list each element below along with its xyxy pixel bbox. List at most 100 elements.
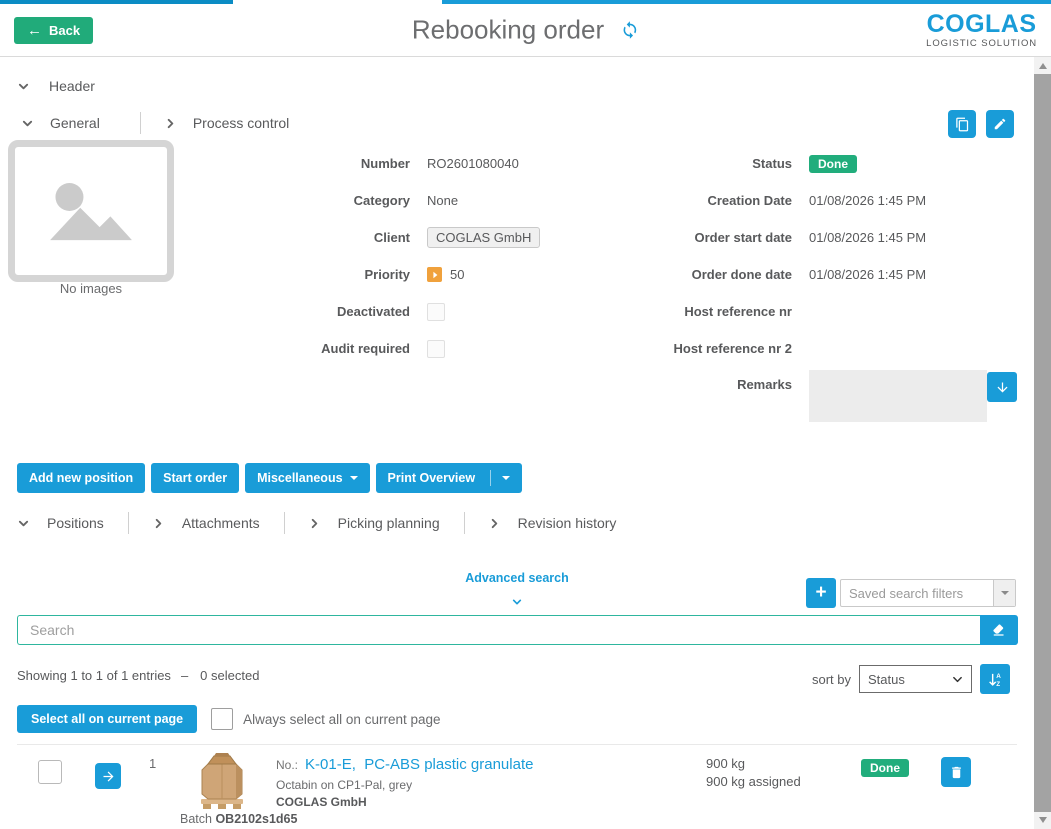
divider [128,512,129,534]
row-delete-button[interactable] [941,757,971,787]
row-status-badge: Done [861,759,909,777]
tab-label: Picking planning [338,515,440,531]
title-area: Rebooking order [412,15,639,46]
advanced-search-link[interactable]: Advanced search [465,571,569,585]
arrow-down-icon [995,380,1010,395]
field-label: Order done date [612,267,792,282]
header-subtabs: General Process control [22,112,289,134]
saved-filters-select[interactable]: Saved search filters [840,579,1016,607]
field-value: 01/08/2026 1:45 PM [809,193,926,208]
batch-value: OB2102s1d65 [215,812,297,826]
deactivated-checkbox[interactable] [427,303,445,321]
logo-subtext: LOGISTIC SOLUTION [926,39,1037,49]
field-label: Deactivated [190,304,410,319]
always-select-all-checkbox[interactable] [211,708,233,730]
tab-revision-history[interactable]: Revision history [489,515,617,531]
header-action-buttons [948,110,1014,138]
saved-filters-placeholder: Saved search filters [841,580,993,606]
back-button[interactable]: ← Back [14,17,93,44]
remarks-textarea[interactable] [809,370,987,422]
item-client: COGLAS GmbH [276,795,533,809]
chevron-right-icon [489,518,500,529]
row-checkbox[interactable] [38,760,62,784]
form-right-column: Status Done Creation Date 01/08/2026 1:4… [612,145,1024,429]
scrollbar-thumb[interactable] [1034,74,1051,812]
page-body: Header General Process control [0,57,1051,829]
clear-search-button[interactable] [980,615,1018,645]
field-label: Audit required [190,341,410,356]
tab-picking-planning[interactable]: Picking planning [309,515,440,531]
back-arrow-icon: ← [27,23,42,38]
row-batch: Batch OB2102s1d65 [180,812,297,826]
section-header-label: Header [49,78,95,94]
svg-text:Z: Z [996,680,1000,687]
scroll-up-arrow[interactable] [1039,63,1047,69]
page-title: Rebooking order [412,15,604,46]
row-index: 1 [149,756,156,771]
copy-icon [955,117,970,132]
tab-attachments[interactable]: Attachments [153,515,260,531]
divider [490,470,491,486]
print-overview-split-button[interactable]: Print Overview [376,463,523,493]
batch-label: Batch [180,812,212,826]
button-label: Start order [163,471,227,485]
tab-positions[interactable]: Positions [18,515,104,531]
copy-button[interactable] [948,110,976,138]
print-overview-label: Print Overview [388,471,476,485]
position-row: 1 Batch OB2102s1d65 Batch OB2102s1d65 [0,750,1034,829]
audit-required-checkbox[interactable] [427,340,445,358]
item-description: Octabin on CP1-Pal, grey [276,778,533,792]
section-header-toggle[interactable]: Header [18,78,95,94]
add-new-position-button[interactable]: Add new position [17,463,145,493]
field-order-done-date: Order done date 01/08/2026 1:45 PM [612,256,1024,293]
button-label: Miscellaneous [257,471,342,485]
eraser-icon [991,622,1007,638]
field-priority: Priority 50 [190,256,620,293]
scroll-down-arrow[interactable] [1039,817,1047,823]
plus-icon: + [815,582,826,604]
client-chip: COGLAS GmbH [427,227,540,248]
form-left-column: Number RO2601080040 Category None Client… [190,145,620,367]
field-label: Creation Date [612,193,792,208]
octabin-product-image [198,752,246,810]
field-label: Client [190,230,410,245]
start-order-button[interactable]: Start order [151,463,239,493]
miscellaneous-dropdown-button[interactable]: Miscellaneous [245,463,369,493]
priority-value: 50 [450,267,464,282]
select-all-button[interactable]: Select all on current page [17,705,197,733]
chevron-right-icon [153,518,164,529]
select-arrow-button[interactable] [993,580,1015,606]
field-label: Category [190,193,410,208]
field-category: Category None [190,182,620,219]
add-filter-button[interactable]: + [806,578,836,608]
remarks-expand-button[interactable] [987,372,1017,402]
tab-general[interactable]: General [50,115,100,131]
field-label: Number [190,156,410,171]
search-input[interactable] [17,615,980,645]
svg-text:A: A [996,673,1001,680]
field-number: Number RO2601080040 [190,145,620,182]
showing-entries-text: Showing 1 to 1 of 1 entries [17,668,171,683]
field-order-start-date: Order start date 01/08/2026 1:45 PM [612,219,1024,256]
refresh-icon[interactable] [620,21,639,40]
field-value: 01/08/2026 1:45 PM [809,230,926,245]
field-creation-date: Creation Date 01/08/2026 1:45 PM [612,182,1024,219]
row-quantities: 900 kg 900 kg assigned [706,755,801,791]
chevron-down-icon [22,118,33,129]
row-open-button[interactable] [95,763,121,789]
logo-text: COGLAS [926,12,1037,37]
status-badge: Done [809,155,857,173]
field-value: RO2601080040 [427,156,519,171]
tab-process-control[interactable]: Process control [193,115,289,131]
field-remarks: Remarks [612,367,1024,429]
item-link[interactable]: K-01-E, PC-ABS plastic granulate [305,756,533,773]
edit-button[interactable] [986,110,1014,138]
image-placeholder [8,140,174,282]
back-label: Back [49,23,80,38]
sort-direction-button[interactable]: A Z [980,664,1010,694]
coglas-logo: COGLAS LOGISTIC SOLUTION [926,12,1037,49]
quantity: 900 kg [706,755,801,773]
caret-down-icon [350,476,358,480]
sort-select[interactable]: Status [859,665,972,693]
priority-icon [427,267,442,282]
